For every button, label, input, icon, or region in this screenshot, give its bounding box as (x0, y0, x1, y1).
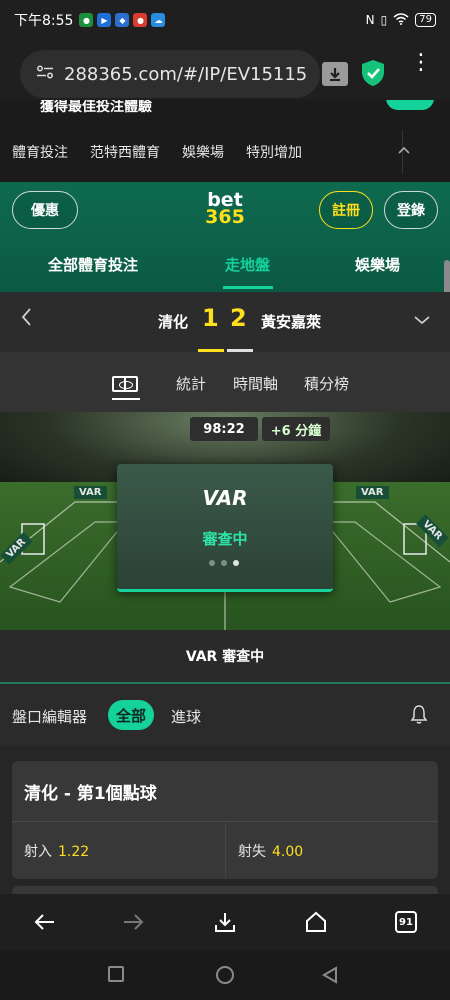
promo-banner: 獲得最佳投注體驗 (0, 100, 450, 120)
odds-value: 4.00 (272, 844, 304, 860)
url-text: 288365.com/#/IP/EV15115 (64, 63, 308, 85)
odds-label: 射失 (238, 844, 266, 860)
away-team: 黃安嘉萊 (261, 313, 322, 331)
active-subtab-indicator (112, 398, 140, 400)
chevron-down-icon[interactable] (414, 310, 430, 329)
system-back-icon[interactable] (322, 966, 338, 988)
chevron-left-icon[interactable] (20, 307, 32, 333)
carousel-dots (209, 560, 239, 566)
login-button[interactable]: 登錄 (384, 191, 438, 229)
chevron-up-icon[interactable] (398, 142, 410, 158)
var-status: 審查中 (202, 530, 248, 548)
promo-text: 獲得最佳投注體驗 (40, 100, 152, 115)
main-tabs: 全部體育投注 走地盤 娛樂場 (0, 246, 450, 290)
var-bar-label: VAR (185, 649, 218, 665)
active-tab-indicator (223, 286, 273, 289)
tab-all-sports[interactable]: 全部體育投注 (48, 254, 138, 275)
tabs-icon[interactable]: 91 (392, 908, 420, 936)
browser-bottom-bar: 91 (0, 894, 450, 950)
odds-value: 1.22 (58, 844, 90, 860)
more-menu-icon[interactable]: ⋮ (410, 52, 432, 74)
notification-icons: ● ▶ ◆ ● ☁ (79, 13, 166, 27)
back-arrow-icon[interactable] (30, 908, 58, 936)
category-item-specials[interactable]: 特別增加 (246, 142, 302, 162)
app-notification-icon: ● (79, 13, 94, 27)
match-pitch-visual: VAR VAR VAR VAR 98:22 +6 分鐘 VAR 審查中 (0, 412, 450, 630)
market-title[interactable]: 清化 - 第1個點球 (24, 779, 157, 804)
category-item-casino[interactable]: 娛樂場 (182, 142, 224, 162)
app-notification-icon: ◆ (115, 13, 130, 27)
subtab-timeline[interactable]: 時間軸 (233, 373, 278, 394)
category-item-fantasy[interactable]: 范特西體育 (90, 142, 160, 162)
battery-icon: 79 (415, 13, 436, 27)
subtab-stats[interactable]: 統計 (176, 373, 206, 394)
system-home-icon[interactable] (216, 966, 234, 984)
offers-button[interactable]: 優惠 (12, 191, 78, 229)
bell-icon[interactable] (410, 704, 428, 728)
category-nav: 體育投注 范特西體育 娛樂場 特別增加 (0, 122, 450, 182)
promo-button[interactable] (386, 100, 434, 110)
match-clock: 98:22 (190, 417, 258, 441)
match-score-header: 清化 1 2 黃安嘉萊 (0, 292, 450, 352)
nfc-icon: N (365, 13, 375, 27)
cloud-icon: ☁ (151, 13, 166, 27)
shield-check-icon[interactable] (360, 59, 386, 87)
var-board: VAR (74, 486, 107, 499)
logo-bottom: 365 (205, 206, 245, 228)
market-filter-bar: 盤口編輯器 全部 進球 (0, 684, 450, 746)
home-score: 1 (202, 304, 219, 332)
address-bar[interactable]: 288365.com/#/IP/EV15115 (20, 50, 320, 98)
download-icon[interactable] (211, 908, 239, 936)
var-overlay-card: VAR 審查中 (117, 464, 333, 592)
register-button[interactable]: 註冊 (319, 191, 373, 229)
home-team: 清化 (158, 313, 189, 331)
away-score: 2 (230, 304, 247, 332)
var-title: VAR (202, 486, 248, 510)
odds-button-miss[interactable]: 射失 4.00 (238, 841, 303, 861)
vibrate-icon: ▯ (380, 13, 388, 27)
odds-button-score[interactable]: 射入 1.22 (24, 841, 89, 861)
match-subtabs: 統計 時間軸 積分榜 (0, 352, 450, 412)
market-editor-button[interactable]: 盤口編輯器 (12, 706, 87, 727)
site-header: 優惠 bet 365 註冊 登錄 全部體育投注 走地盤 娛樂場 (0, 182, 450, 320)
added-time: +6 分鐘 (262, 417, 330, 441)
var-bar-status: 審查中 (222, 649, 265, 665)
carousel-dot-active[interactable] (233, 560, 239, 566)
tab-in-play[interactable]: 走地盤 (225, 254, 270, 275)
site-settings-icon[interactable] (36, 65, 54, 83)
subtab-standings[interactable]: 積分榜 (304, 373, 349, 394)
home-icon[interactable] (302, 908, 330, 936)
status-bar: 下午8:55 ● ▶ ◆ ● ☁ N ▯ 79 (0, 0, 450, 40)
app-notification-icon: ● (133, 13, 148, 27)
system-nav-bar (0, 950, 450, 1000)
recents-icon[interactable] (108, 966, 124, 982)
filter-goals-button[interactable]: 進球 (171, 706, 201, 727)
var-status-bar: VAR 審查中 (0, 630, 450, 684)
divider (225, 821, 226, 879)
forward-arrow-icon[interactable] (120, 908, 148, 936)
var-board: VAR (356, 486, 389, 499)
filter-all-button[interactable]: 全部 (108, 700, 154, 730)
download-page-icon[interactable] (322, 62, 348, 86)
system-status-icons: N ▯ 79 (365, 12, 436, 28)
carousel-dot[interactable] (221, 560, 227, 566)
category-item-sports[interactable]: 體育投注 (12, 142, 68, 162)
carousel-dot[interactable] (209, 560, 215, 566)
status-time: 下午8:55 (14, 13, 74, 29)
pitch-view-icon[interactable] (112, 376, 138, 392)
markets-list: 清化 - 第1個點球 射入 1.22 射失 4.00 (0, 746, 450, 906)
wifi-icon (393, 12, 409, 28)
tab-count: 91 (395, 911, 417, 933)
odds-label: 射入 (24, 844, 52, 860)
bet365-logo[interactable]: bet 365 (200, 191, 250, 228)
tab-casino[interactable]: 娛樂場 (355, 254, 400, 275)
market-card: 清化 - 第1個點球 射入 1.22 射失 4.00 (12, 761, 438, 879)
app-notification-icon: ▶ (97, 13, 112, 27)
